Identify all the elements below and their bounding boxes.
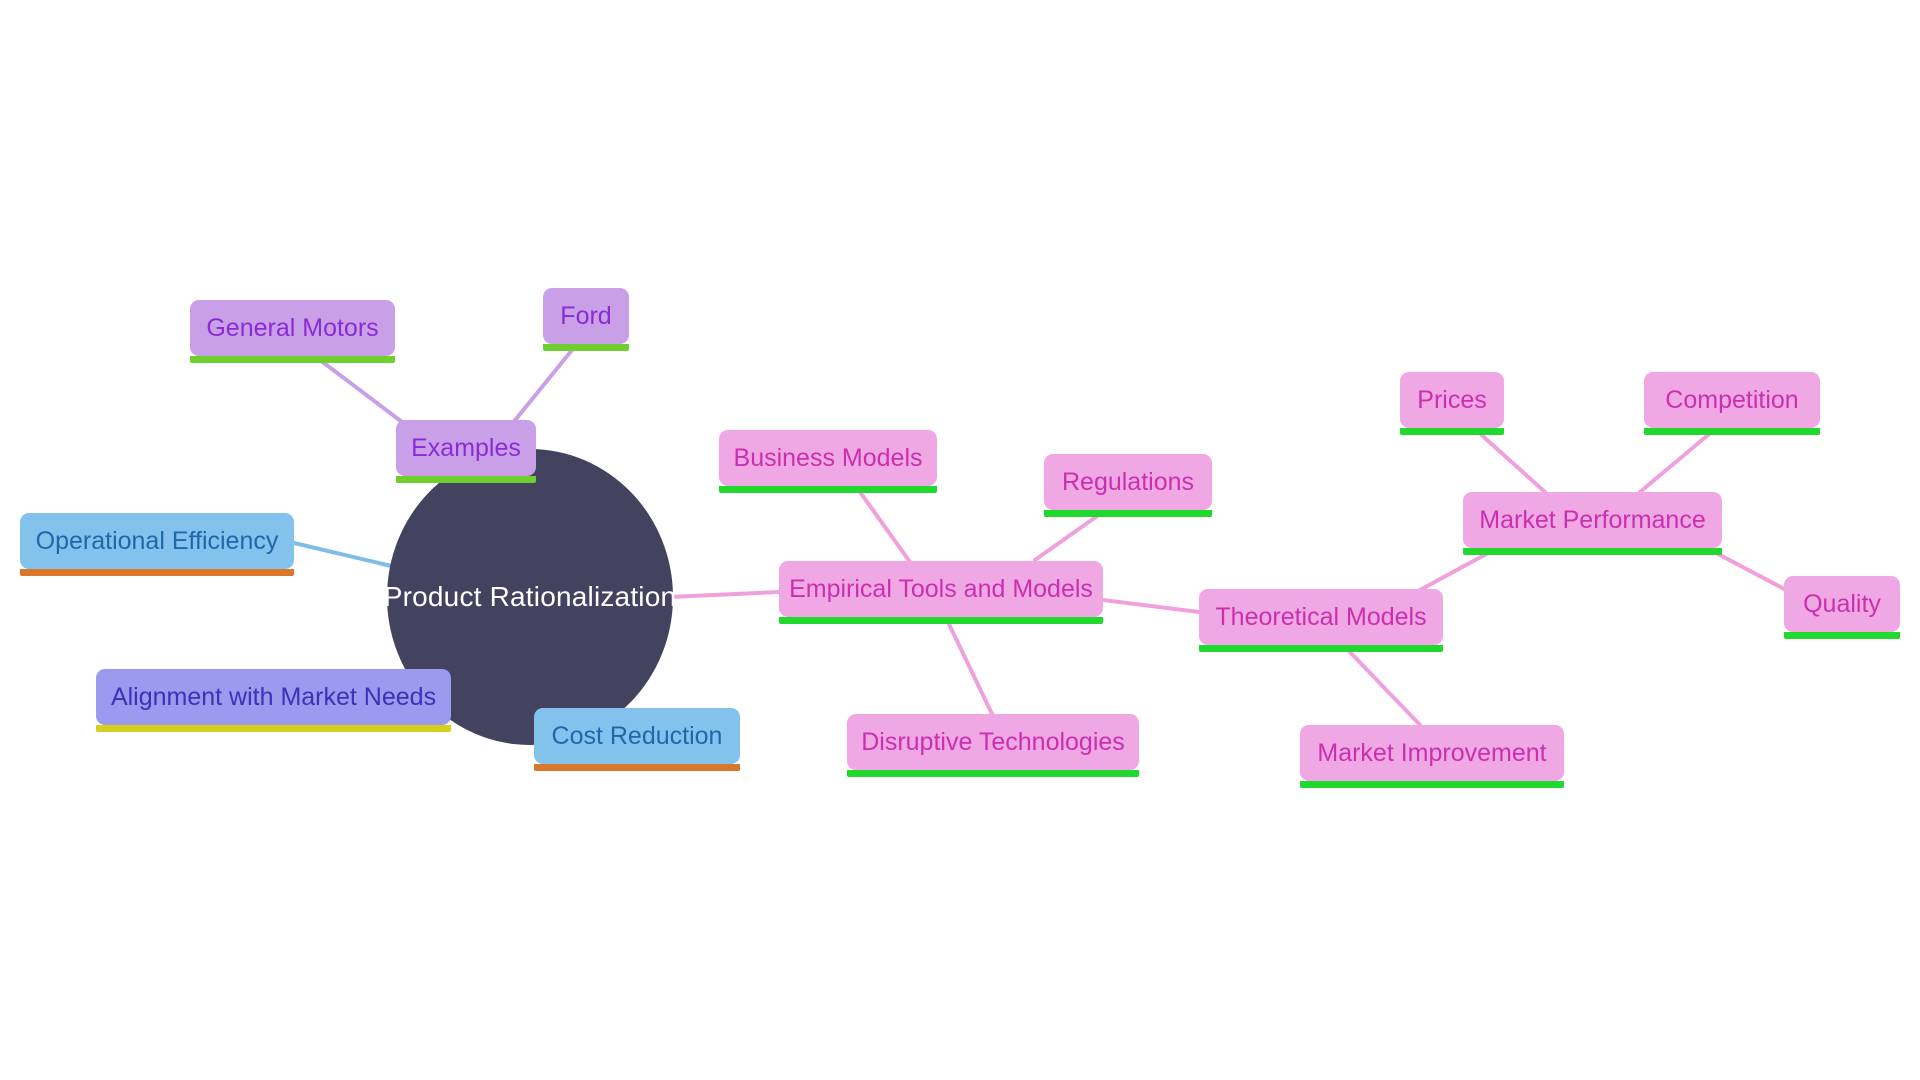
node-label-prices: Prices: [1417, 385, 1487, 414]
node-underline-operational-efficiency: [20, 569, 294, 576]
node-theoretical-models[interactable]: Theoretical Models: [1199, 589, 1443, 652]
node-label-market-improvement: Market Improvement: [1317, 738, 1547, 767]
node-label-competition: Competition: [1665, 385, 1799, 414]
node-market-performance[interactable]: Market Performance: [1463, 492, 1722, 555]
node-quality[interactable]: Quality: [1784, 576, 1900, 639]
node-label-operational-efficiency: Operational Efficiency: [35, 526, 279, 555]
node-label-cost-reduction: Cost Reduction: [551, 721, 723, 750]
node-ford[interactable]: Ford: [543, 288, 629, 351]
node-label-quality: Quality: [1803, 589, 1881, 618]
node-underline-ford: [543, 344, 629, 351]
node-underline-market-improvement: [1300, 781, 1564, 788]
node-underline-quality: [1784, 632, 1900, 639]
node-business-models[interactable]: Business Models: [719, 430, 937, 493]
node-empirical-tools-models[interactable]: Empirical Tools and Models: [779, 561, 1103, 624]
node-label-regulations: Regulations: [1061, 467, 1195, 496]
node-label-market-performance: Market Performance: [1479, 505, 1706, 534]
node-regulations[interactable]: Regulations: [1044, 454, 1212, 517]
node-underline-business-models: [719, 486, 937, 493]
node-label-examples: Examples: [411, 433, 521, 462]
node-underline-examples: [396, 476, 536, 483]
node-underline-empirical-tools-models: [779, 617, 1103, 624]
node-underline-cost-reduction: [534, 764, 740, 771]
node-label-alignment-market-needs: Alignment with Market Needs: [110, 682, 437, 711]
node-underline-theoretical-models: [1199, 645, 1443, 652]
node-underline-alignment-market-needs: [96, 725, 451, 732]
node-label-general-motors: General Motors: [206, 313, 379, 342]
node-underline-regulations: [1044, 510, 1212, 517]
node-underline-general-motors: [190, 356, 395, 363]
node-general-motors[interactable]: General Motors: [190, 300, 395, 363]
node-label-empirical-tools-models: Empirical Tools and Models: [789, 574, 1093, 603]
mind-map-canvas: Product Rationalization Operational Effi…: [0, 0, 1920, 1080]
node-layer: Product Rationalization Operational Effi…: [0, 0, 1920, 1080]
node-disruptive-technologies[interactable]: Disruptive Technologies: [847, 714, 1139, 777]
root-node-label: Product Rationalization: [383, 581, 677, 612]
node-alignment-market-needs[interactable]: Alignment with Market Needs: [96, 669, 451, 732]
node-cost-reduction[interactable]: Cost Reduction: [534, 708, 740, 771]
node-underline-disruptive-technologies: [847, 770, 1139, 777]
node-underline-market-performance: [1463, 548, 1722, 555]
node-market-improvement[interactable]: Market Improvement: [1300, 725, 1564, 788]
node-label-ford: Ford: [560, 301, 612, 330]
node-underline-prices: [1400, 428, 1504, 435]
node-examples[interactable]: Examples: [396, 420, 536, 483]
node-competition[interactable]: Competition: [1644, 372, 1820, 435]
node-label-disruptive-technologies: Disruptive Technologies: [861, 727, 1125, 756]
node-underline-competition: [1644, 428, 1820, 435]
node-label-business-models: Business Models: [733, 443, 923, 472]
node-prices[interactable]: Prices: [1400, 372, 1504, 435]
node-operational-efficiency[interactable]: Operational Efficiency: [20, 513, 294, 576]
node-label-theoretical-models: Theoretical Models: [1215, 602, 1427, 631]
